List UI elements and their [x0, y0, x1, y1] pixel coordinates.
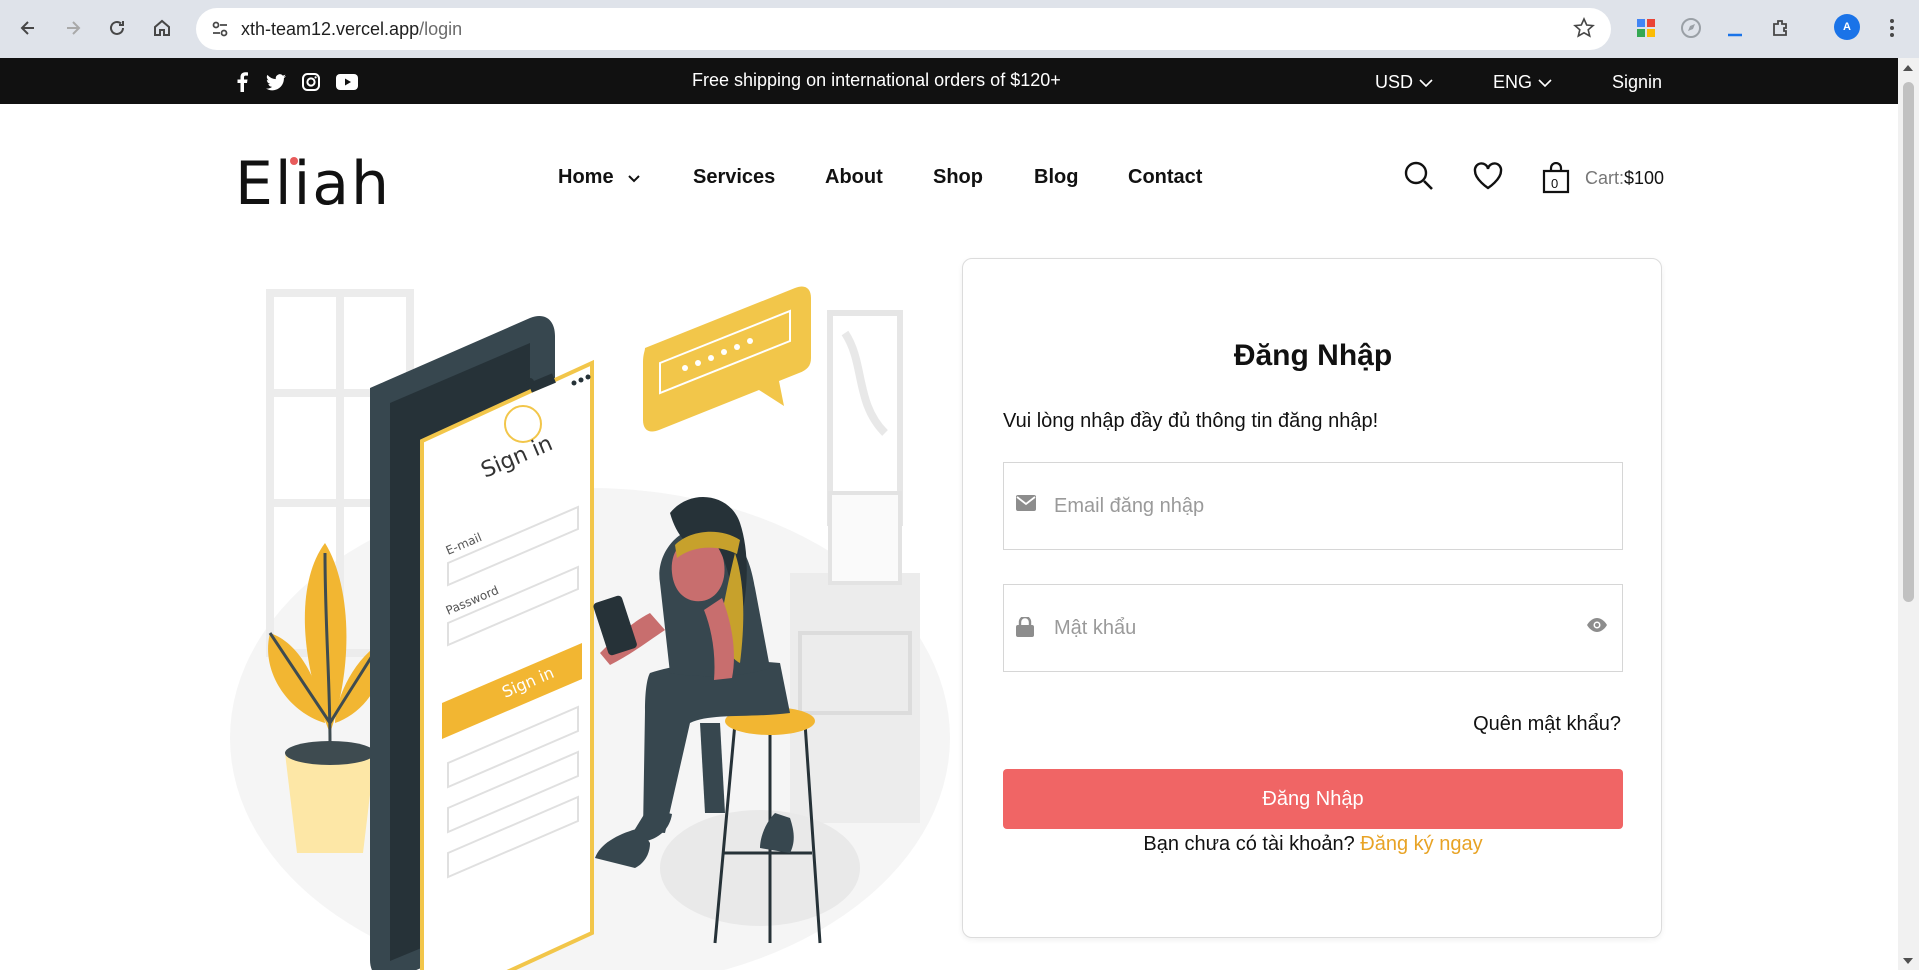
- signup-link[interactable]: Đăng ký ngay: [1360, 833, 1482, 855]
- profile-avatar[interactable]: A: [1834, 14, 1860, 40]
- extensions-puzzle-icon[interactable]: [1765, 12, 1797, 44]
- bookmark-star-icon[interactable]: [1573, 17, 1595, 44]
- scroll-up-arrow-icon[interactable]: [1903, 65, 1913, 71]
- login-card: Đăng Nhập Vui lòng nhập đầy đủ thông tin…: [962, 258, 1662, 938]
- chevron-down-icon: [627, 166, 641, 188]
- cart-prefix: Cart:: [1585, 168, 1625, 188]
- home-icon[interactable]: [144, 10, 180, 46]
- shipping-promo: Free shipping on international orders of…: [692, 70, 1061, 90]
- cart-total: $100: [1624, 168, 1665, 188]
- currency-select[interactable]: USD: [1375, 72, 1434, 93]
- cart-count: 0: [1551, 176, 1559, 191]
- password-field[interactable]: [1003, 584, 1623, 672]
- reload-icon[interactable]: [99, 10, 135, 46]
- nav-home-label: Home: [558, 166, 614, 188]
- login-title: Đăng Nhập: [1233, 339, 1393, 372]
- vertical-scrollbar[interactable]: [1898, 58, 1919, 970]
- extension-colorful-icon[interactable]: [1630, 12, 1662, 44]
- search-icon[interactable]: [1403, 160, 1435, 197]
- browser-menu-icon[interactable]: [1876, 12, 1908, 44]
- scroll-down-arrow-icon[interactable]: [1903, 958, 1913, 964]
- cart-bag-icon[interactable]: 0: [1541, 161, 1571, 199]
- url-host: xth-team12.vercel.app: [241, 19, 420, 39]
- language-label: ENG: [1493, 72, 1533, 92]
- wishlist-heart-icon[interactable]: [1472, 160, 1504, 197]
- lock-icon: [1016, 615, 1034, 642]
- envelope-icon: [1016, 495, 1036, 516]
- show-password-eye-icon[interactable]: [1586, 617, 1608, 638]
- twitter-icon[interactable]: [265, 71, 287, 93]
- login-button[interactable]: Đăng Nhập: [1003, 769, 1623, 829]
- forward-icon[interactable]: [55, 10, 91, 46]
- login-illustration: Sign in E-mail Password Sign in: [230, 253, 950, 970]
- forgot-password-link[interactable]: Quên mật khẩu?: [1473, 713, 1621, 736]
- url-text[interactable]: xth-team12.vercel.app/login: [241, 19, 462, 40]
- site-logo[interactable]: Eliah: [235, 154, 391, 214]
- email-input[interactable]: [1054, 463, 1574, 549]
- top-announcement-bar: Free shipping on international orders of…: [0, 58, 1898, 104]
- page-viewport: Free shipping on international orders of…: [0, 58, 1898, 970]
- cart-summary[interactable]: Cart:$100: [1585, 168, 1664, 189]
- nav-contact[interactable]: Contact: [1128, 166, 1202, 189]
- nav-blog[interactable]: Blog: [1034, 166, 1078, 189]
- extension-minimize-icon[interactable]: [1719, 12, 1751, 44]
- logo-dot: [290, 157, 298, 165]
- scrollbar-thumb[interactable]: [1903, 82, 1914, 602]
- nav-home[interactable]: Home: [558, 166, 641, 189]
- no-account-text: Bạn chưa có tài khoản?: [1143, 833, 1355, 855]
- facebook-icon[interactable]: [231, 71, 253, 93]
- login-instruction: Vui lòng nhập đầy đủ thông tin đăng nhập…: [1003, 410, 1379, 432]
- browser-toolbar: xth-team12.vercel.app/login A: [0, 0, 1919, 58]
- url-path: /login: [419, 19, 463, 39]
- chevron-down-icon: [1418, 72, 1434, 92]
- back-icon[interactable]: [10, 10, 46, 46]
- site-settings-icon[interactable]: [210, 19, 230, 44]
- email-field[interactable]: [1003, 462, 1623, 550]
- signup-prompt: Bạn chưa có tài khoản? Đăng ký ngay: [963, 833, 1663, 856]
- instagram-icon[interactable]: [300, 71, 322, 93]
- extension-compass-icon[interactable]: [1675, 12, 1707, 44]
- chevron-down-icon: [1537, 72, 1553, 92]
- signin-link[interactable]: Signin: [1612, 72, 1662, 93]
- nav-services[interactable]: Services: [693, 166, 775, 189]
- site-header: Eliah Home Services About Shop Blog Cont…: [0, 104, 1898, 254]
- currency-label: USD: [1375, 72, 1414, 92]
- nav-about[interactable]: About: [825, 166, 883, 189]
- password-input[interactable]: [1054, 585, 1574, 671]
- language-select[interactable]: ENG: [1493, 72, 1553, 93]
- youtube-icon[interactable]: [336, 71, 358, 93]
- address-bar[interactable]: xth-team12.vercel.app/login: [196, 8, 1611, 50]
- nav-shop[interactable]: Shop: [933, 166, 983, 189]
